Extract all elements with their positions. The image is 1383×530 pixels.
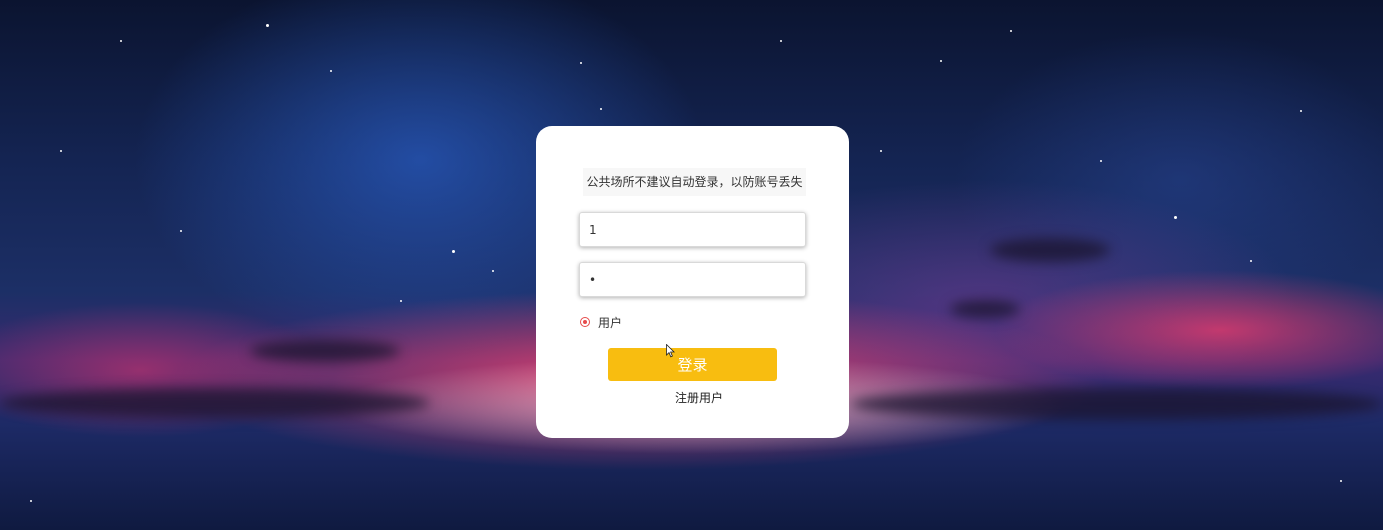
star-decoration xyxy=(60,150,62,152)
password-input[interactable] xyxy=(580,263,805,296)
star-decoration xyxy=(1100,160,1102,162)
star-decoration xyxy=(880,150,882,152)
mouse-cursor-icon xyxy=(666,344,675,358)
star-decoration xyxy=(1340,480,1342,482)
star-decoration xyxy=(780,40,782,42)
register-link[interactable]: 注册用户 xyxy=(536,389,862,406)
role-label: 用户 xyxy=(598,315,623,330)
star-decoration xyxy=(266,24,269,27)
role-option-user[interactable]: 用户 xyxy=(580,314,622,330)
star-decoration xyxy=(452,250,455,253)
login-page-background: 公共场所不建议自动登录，以防账号丢失 用户 登录 注册用户 xyxy=(0,0,1383,530)
cloud-decoration xyxy=(250,340,400,362)
username-field[interactable] xyxy=(579,212,806,247)
star-decoration xyxy=(180,230,182,232)
star-decoration xyxy=(1250,260,1252,262)
cloud-decoration xyxy=(950,300,1020,318)
cloud-decoration xyxy=(990,238,1110,262)
star-decoration xyxy=(120,40,122,42)
cloud-decoration xyxy=(850,388,1383,420)
cloud-decoration xyxy=(0,388,430,418)
star-decoration xyxy=(1174,216,1177,219)
login-button[interactable]: 登录 xyxy=(608,348,777,381)
star-decoration xyxy=(940,60,942,62)
star-decoration xyxy=(1300,110,1302,112)
password-field[interactable] xyxy=(579,262,806,297)
star-decoration xyxy=(1010,30,1012,32)
radio-selected-icon[interactable] xyxy=(580,317,590,327)
star-decoration xyxy=(600,108,602,110)
star-decoration xyxy=(330,70,332,72)
star-decoration xyxy=(30,500,32,502)
login-card: 公共场所不建议自动登录，以防账号丢失 用户 登录 注册用户 xyxy=(536,126,849,438)
auto-login-notice: 公共场所不建议自动登录，以防账号丢失 xyxy=(583,168,806,196)
star-decoration xyxy=(400,300,402,302)
star-decoration xyxy=(580,62,582,64)
star-decoration xyxy=(492,270,494,272)
username-input[interactable] xyxy=(580,213,805,246)
